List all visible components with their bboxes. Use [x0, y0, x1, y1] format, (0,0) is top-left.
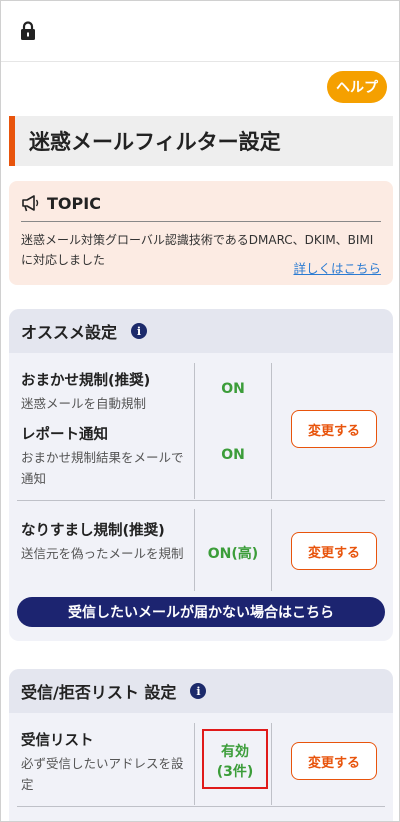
topic-details-link[interactable]: 詳しくはこちら	[293, 258, 381, 277]
receive-list-count: (3件)	[216, 764, 254, 780]
topic-title: TOPIC	[47, 193, 101, 213]
lists-card: 受信/拒否リスト 設定 i 受信リスト 必ず受信したいアドレスを設定 有効 (3…	[9, 669, 393, 821]
page-title-bar: 迷惑メールフィルター設定	[9, 116, 393, 166]
lock-icon	[21, 21, 35, 40]
app-screen: ヘルプ 迷惑メールフィルター設定 TOPIC 迷惑メール対策グローバル認識技術で…	[0, 0, 400, 822]
status-bar	[1, 1, 399, 61]
spoofing-filter-desc: 送信元を偽ったメールを規制	[21, 546, 184, 561]
recommend-card: オススメ設定 i おまかせ規制(推奨) 迷惑メールを自動規制 ON レポート通知…	[9, 309, 393, 641]
page-title: 迷惑メールフィルター設定	[29, 130, 281, 154]
report-notify-status: ON	[221, 447, 245, 463]
status-divider	[1, 61, 399, 62]
receive-list-title: 受信リスト	[21, 733, 94, 749]
report-notify-desc: おまかせ規制結果をメールで通知	[21, 450, 184, 486]
column-divider	[271, 509, 272, 591]
info-icon[interactable]: i	[190, 683, 207, 699]
mail-not-received-button[interactable]: 受信したいメールが届かない場合はこちら	[17, 597, 385, 627]
topic-header: TOPIC	[21, 191, 381, 215]
change-button-omakase[interactable]: 変更する	[291, 410, 377, 448]
omakase-filter-status: ON	[221, 381, 245, 397]
report-notify-title: レポート通知	[21, 427, 108, 443]
recommend-card-title: オススメ設定	[21, 323, 118, 342]
row-divider	[17, 500, 385, 501]
help-button[interactable]: ヘルプ	[327, 71, 387, 103]
omakase-filter-desc: 迷惑メールを自動規制	[21, 396, 147, 411]
spoofing-filter-title: なりすまし規制(推奨)	[21, 523, 165, 539]
megaphone-icon	[22, 195, 39, 212]
receive-list-status: 有効	[221, 744, 249, 760]
omakase-filter-title: おまかせ規制(推奨)	[21, 373, 151, 389]
recommend-card-header: オススメ設定 i	[9, 309, 393, 353]
column-divider	[271, 363, 272, 499]
spoofing-filter-status: ON(高)	[207, 546, 259, 562]
change-button-receive-list[interactable]: 変更する	[291, 742, 377, 780]
lists-card-title: 受信/拒否リスト 設定	[21, 683, 177, 702]
topic-box: TOPIC 迷惑メール対策グローバル認識技術であるDMARC、DKIM、BIMI…	[9, 181, 393, 285]
change-button-spoofing[interactable]: 変更する	[291, 532, 377, 570]
row-divider	[17, 806, 385, 807]
topic-divider	[21, 221, 381, 222]
lists-card-header: 受信/拒否リスト 設定 i	[9, 669, 393, 713]
receive-list-desc: 必ず受信したいアドレスを設定	[21, 756, 184, 792]
info-icon[interactable]: i	[131, 323, 148, 339]
